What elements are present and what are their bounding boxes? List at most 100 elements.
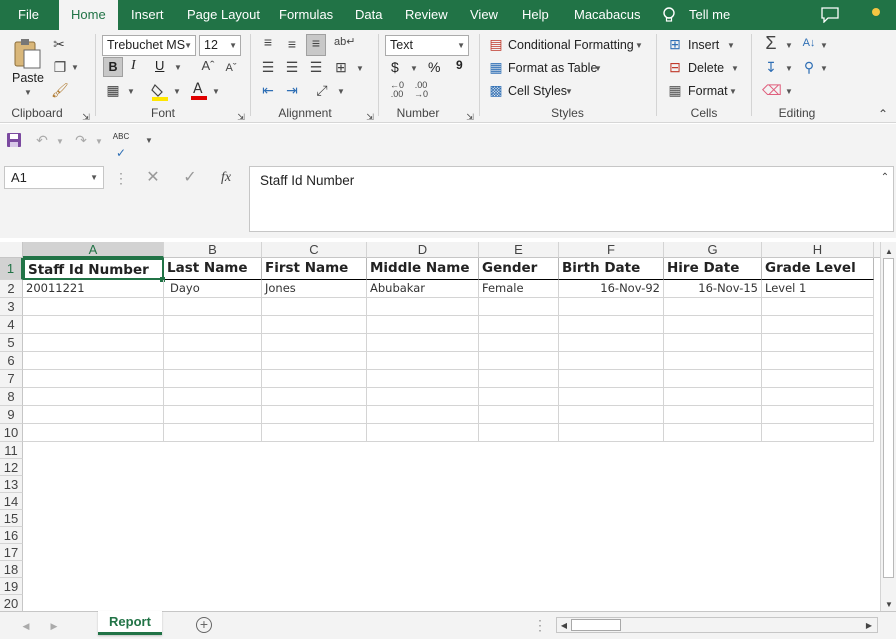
row-header[interactable]: 19 — [0, 578, 23, 595]
worksheet-grid[interactable]: A B C D E F G H 1 2 3 4 5 6 7 8 9 10 11 … — [0, 242, 880, 611]
column-header-a[interactable]: A — [23, 242, 164, 258]
format-as-table-button[interactable]: Format as Table — [508, 61, 597, 75]
orientation-dropdown-icon[interactable]: ▼ — [337, 87, 345, 96]
tab-data[interactable]: Data — [355, 0, 382, 30]
horizontal-scroll-thumb[interactable] — [571, 619, 621, 631]
undo-dropdown-icon[interactable]: ▼ — [56, 137, 64, 146]
vertical-scrollbar[interactable]: ▲ ▼ — [880, 242, 896, 611]
cell-a2[interactable]: 20011221 — [23, 280, 164, 298]
find-select-dropdown-icon[interactable]: ▼ — [820, 64, 828, 73]
save-icon[interactable] — [6, 132, 22, 148]
row-header[interactable]: 17 — [0, 544, 23, 561]
comments-icon[interactable] — [821, 7, 839, 24]
prev-sheet-icon[interactable]: ◀ — [20, 618, 32, 634]
row-header[interactable]: 18 — [0, 561, 23, 578]
redo-dropdown-icon[interactable]: ▼ — [95, 137, 103, 146]
format-as-table-dropdown-icon[interactable]: ▼ — [594, 64, 602, 73]
underline-dropdown-icon[interactable]: ▼ — [174, 63, 182, 72]
row-header[interactable]: 11 — [0, 442, 23, 459]
row-header[interactable]: 7 — [0, 370, 23, 388]
format-cells-dropdown-icon[interactable]: ▼ — [729, 87, 737, 96]
tab-review[interactable]: Review — [405, 0, 448, 30]
align-top-icon[interactable]: ≡ — [260, 34, 276, 50]
decrease-indent-icon[interactable]: ⇤ — [260, 82, 276, 98]
column-header-e[interactable]: E — [479, 242, 559, 258]
cell-h1[interactable]: Grade Level — [762, 258, 874, 280]
cell-f1[interactable]: Birth Date — [559, 258, 664, 280]
cell-styles-dropdown-icon[interactable]: ▼ — [565, 87, 573, 96]
sort-filter-dropdown-icon[interactable]: ▼ — [820, 41, 828, 50]
sort-filter-icon[interactable]: A↓ — [800, 35, 818, 51]
currency-dropdown-icon[interactable]: ▼ — [410, 64, 418, 73]
select-all-button[interactable] — [0, 242, 23, 258]
align-middle-icon[interactable]: ≡ — [284, 36, 300, 52]
collapse-ribbon-icon[interactable]: ⌃ — [876, 106, 890, 122]
column-header-g[interactable]: G — [664, 242, 762, 258]
fill-icon[interactable]: ↧ — [762, 59, 780, 75]
increase-font-icon[interactable]: Aˆ — [200, 58, 216, 74]
alignment-launcher-icon[interactable]: ⇲ — [365, 109, 375, 125]
format-cells-icon[interactable]: ▦ — [667, 82, 683, 98]
number-launcher-icon[interactable]: ⇲ — [465, 109, 475, 125]
find-select-icon[interactable]: ⚲ — [800, 59, 818, 75]
paste-button[interactable]: Paste — [12, 71, 44, 85]
cell-f2[interactable]: 16-Nov-92 — [559, 280, 664, 298]
currency-button[interactable]: $ — [391, 59, 399, 75]
font-color-dropdown-icon[interactable]: ▼ — [212, 87, 220, 96]
formula-input[interactable]: Staff Id Number — [249, 166, 894, 232]
align-bottom-icon[interactable]: ≡ — [306, 34, 326, 56]
insert-cells-icon[interactable]: ⊞ — [667, 36, 683, 52]
copy-dropdown-icon[interactable]: ▼ — [71, 63, 79, 72]
cell-d1[interactable]: Middle Name — [367, 258, 479, 280]
cell-e1[interactable]: Gender — [479, 258, 559, 280]
orientation-icon[interactable]: ⤢ — [314, 82, 330, 98]
tab-page-layout[interactable]: Page Layout — [187, 0, 260, 30]
format-cells-button[interactable]: Format — [688, 84, 728, 98]
tab-macabacus[interactable]: Macabacus — [574, 0, 640, 30]
delete-cells-dropdown-icon[interactable]: ▼ — [731, 64, 739, 73]
conditional-formatting-dropdown-icon[interactable]: ▼ — [635, 41, 643, 50]
cell-styles-button[interactable]: Cell Styles — [508, 84, 567, 98]
borders-icon[interactable]: ▦ — [105, 82, 121, 98]
column-header-d[interactable]: D — [367, 242, 479, 258]
delete-cells-button[interactable]: Delete — [688, 61, 724, 75]
underline-button[interactable]: U — [155, 58, 164, 73]
collapse-formula-bar-icon[interactable]: ⌃ — [879, 170, 891, 186]
redo-icon[interactable]: ↷ — [73, 132, 89, 148]
row-header[interactable]: 14 — [0, 493, 23, 510]
tab-insert[interactable]: Insert — [131, 0, 164, 30]
percent-button[interactable]: % — [428, 59, 440, 75]
new-sheet-icon[interactable]: + — [196, 617, 212, 633]
column-header-f[interactable]: F — [559, 242, 664, 258]
merge-dropdown-icon[interactable]: ▼ — [356, 64, 364, 73]
tab-file[interactable]: File — [18, 0, 39, 30]
fill-color-dropdown-icon[interactable]: ▼ — [173, 87, 181, 96]
column-header-b[interactable]: B — [164, 242, 262, 258]
tab-split-icon[interactable]: ⋮ — [533, 617, 547, 633]
increase-indent-icon[interactable]: ⇥ — [284, 82, 300, 98]
row-header[interactable]: 5 — [0, 334, 23, 352]
column-header-h[interactable]: H — [762, 242, 874, 258]
cell-h2[interactable]: Level 1 — [762, 280, 874, 298]
merge-center-icon[interactable]: ⊞ — [333, 59, 349, 75]
row-header[interactable]: 12 — [0, 459, 23, 476]
row-header[interactable]: 8 — [0, 388, 23, 406]
cell-b2[interactable]: Dayo — [164, 280, 262, 298]
row-header[interactable]: 20 — [0, 595, 23, 611]
cell-d2[interactable]: Abubakar — [367, 280, 479, 298]
cell-g1[interactable]: Hire Date — [664, 258, 762, 280]
tab-formulas[interactable]: Formulas — [279, 0, 333, 30]
cell-a1[interactable]: Staff Id Number — [23, 258, 164, 280]
tab-help[interactable]: Help — [522, 0, 549, 30]
cancel-icon[interactable]: ✕ — [145, 170, 161, 186]
decrease-decimal-icon[interactable]: .00 →0 — [412, 81, 430, 99]
copy-icon[interactable]: ❐ — [51, 59, 69, 75]
autosum-dropdown-icon[interactable]: ▼ — [785, 41, 793, 50]
font-color-icon[interactable]: A — [190, 80, 208, 102]
insert-cells-button[interactable]: Insert — [688, 38, 719, 52]
cell-c1[interactable]: First Name — [262, 258, 367, 280]
tab-view[interactable]: View — [470, 0, 498, 30]
number-format-select[interactable]: Text ▼ — [385, 35, 469, 56]
row-header[interactable]: 4 — [0, 316, 23, 334]
cell-c2[interactable]: Jones — [262, 280, 367, 298]
